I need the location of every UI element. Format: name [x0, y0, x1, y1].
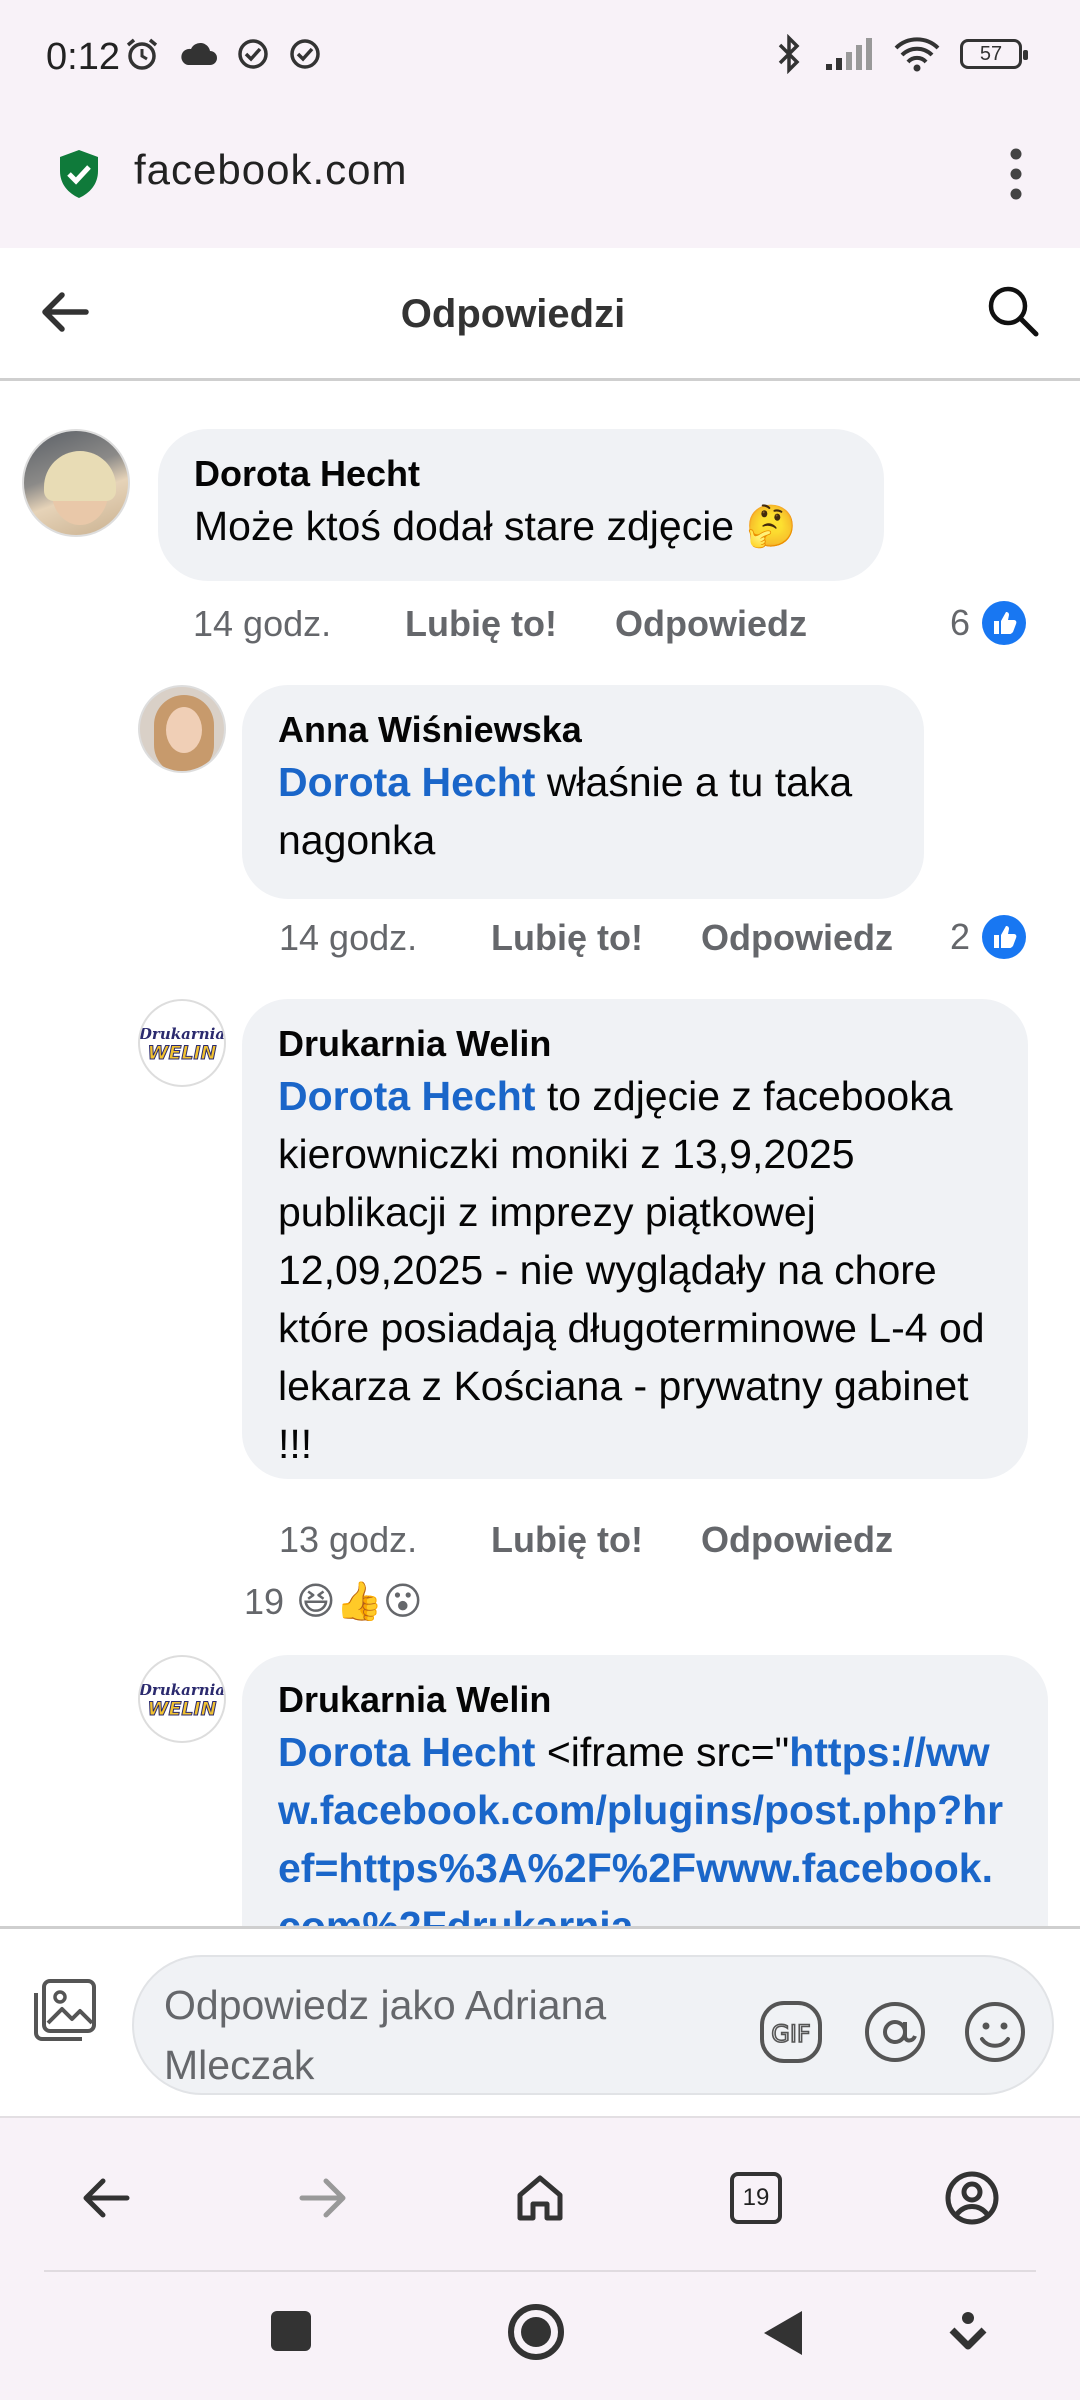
comment-author[interactable]: Anna Wiśniewska	[278, 707, 888, 753]
alarm-icon	[126, 38, 158, 70]
avatar-hair	[44, 451, 116, 501]
drukarnia-logo-icon: Drukarnia WELIN	[140, 1025, 224, 1065]
reaction-count[interactable]: 2	[950, 915, 1027, 959]
comment-meta: 14 godz. Lubię to! Odpowiedz	[193, 603, 807, 645]
avatar[interactable]: Drukarnia WELIN	[138, 1655, 226, 1743]
avatar-face	[166, 707, 202, 753]
comment-author[interactable]: Drukarnia Welin	[278, 1677, 1012, 1723]
reply-composer: Odpowiedz jako Adriana Mleczak GIF	[0, 1926, 1080, 2119]
comment-body: <iframe src="	[535, 1729, 790, 1775]
forward-arrow-icon	[299, 2178, 346, 2218]
avatar[interactable]: Drukarnia WELIN	[138, 999, 226, 1087]
status-icons-right: 57	[774, 34, 1028, 74]
chevron-down-icon[interactable]	[946, 2308, 990, 2354]
search-icon[interactable]	[986, 284, 1040, 338]
comment-meta: 14 godz. Lubię to! Odpowiedz	[279, 917, 893, 959]
svg-text:Drukarnia: Drukarnia	[140, 1025, 224, 1043]
svg-text:Drukarnia: Drukarnia	[140, 1681, 224, 1699]
browser-toolbar: 19	[0, 2116, 1080, 2274]
status-icons-left	[124, 36, 322, 72]
system-navigation-bar	[0, 2272, 1080, 2400]
signal-icon	[826, 38, 872, 70]
reaction-number: 6	[950, 602, 971, 643]
reply-button[interactable]: Odpowiedz	[701, 1519, 893, 1561]
comment-time[interactable]: 14 godz.	[279, 917, 491, 959]
avatar[interactable]	[22, 429, 130, 537]
reply-button[interactable]: Odpowiedz	[615, 603, 807, 645]
comment-author[interactable]: Dorota Hecht	[194, 451, 848, 497]
check-circle-icon	[238, 39, 268, 69]
home-circle-icon[interactable]	[506, 2302, 566, 2362]
cloud-icon	[181, 42, 217, 65]
thumbs-up-icon	[982, 601, 1027, 645]
comment-body: to zdjęcie z facebooka kierowniczki moni…	[278, 1073, 985, 1467]
comment-time[interactable]: 13 godz.	[279, 1519, 491, 1561]
like-button[interactable]: Lubię to!	[491, 1519, 701, 1561]
comment-text: Dorota Hecht <iframe src="https://www.fa…	[278, 1723, 1012, 1926]
tabs-count: 19	[730, 2172, 782, 2224]
status-bar: 0:12 57	[0, 0, 1080, 120]
svg-text:WELIN: WELIN	[147, 1698, 216, 1720]
avatar[interactable]	[138, 685, 226, 773]
gif-icon[interactable]: GIF	[758, 1999, 824, 2065]
back-triangle-icon[interactable]	[760, 2308, 806, 2358]
like-button[interactable]: Lubię to!	[491, 917, 701, 959]
comment-text: Dorota Hecht właśnie a tu taka nagonka	[278, 753, 888, 869]
url-text[interactable]: facebook.com	[134, 146, 407, 194]
comment-bubble[interactable]: Anna Wiśniewska Dorota Hecht właśnie a t…	[242, 685, 924, 899]
comment-text: Dorota Hecht to zdjęcie z facebooka kier…	[278, 1067, 992, 1473]
comment-time[interactable]: 14 godz.	[193, 603, 405, 645]
drukarnia-logo-icon: Drukarnia WELIN	[140, 1681, 224, 1721]
reply-button[interactable]: Odpowiedz	[701, 917, 893, 959]
emoji-icon[interactable]	[962, 1999, 1028, 2065]
reaction-number: 2	[950, 916, 971, 957]
reaction-number: 19	[244, 1580, 285, 1622]
back-arrow-icon	[83, 2178, 130, 2218]
reaction-count[interactable]: 6	[950, 601, 1027, 645]
page-header: Odpowiedzi	[0, 248, 1080, 381]
browser-forward-button[interactable]	[293, 2168, 353, 2228]
browser-url-bar[interactable]: facebook.com	[0, 120, 1080, 250]
mention-link[interactable]: Dorota Hecht	[278, 1073, 535, 1119]
comment-meta: 13 godz. Lubię to! Odpowiedz	[279, 1519, 893, 1561]
comment-bubble[interactable]: Dorota Hecht Może ktoś dodał stare zdjęc…	[158, 429, 884, 581]
svg-text:WELIN: WELIN	[147, 1042, 216, 1064]
page-title: Odpowiedzi	[400, 292, 626, 336]
bluetooth-icon	[778, 34, 800, 74]
browser-back-button[interactable]	[76, 2168, 136, 2228]
reaction-emojis: 😆👍😮	[296, 1581, 423, 1623]
tabs-button[interactable]: 19	[726, 2168, 786, 2228]
account-icon	[945, 2171, 999, 2225]
comments-list: Dorota Hecht Może ktoś dodał stare zdjęc…	[0, 381, 1080, 1926]
status-time: 0:12	[46, 36, 120, 78]
comment-text: Może ktoś dodał stare zdjęcie 🤔	[194, 503, 797, 549]
battery-icon: 57	[960, 39, 1028, 69]
photo-icon[interactable]	[30, 1975, 100, 2045]
shield-check-icon[interactable]	[56, 148, 102, 200]
thumbs-up-icon	[982, 915, 1027, 959]
reaction-count[interactable]: 19 😆👍😮	[244, 1579, 423, 1624]
more-options-icon[interactable]	[1008, 146, 1024, 202]
comment-bubble[interactable]: Drukarnia Welin Dorota Hecht to zdjęcie …	[242, 999, 1028, 1479]
check-circle-icon	[290, 39, 320, 69]
svg-text:GIF: GIF	[771, 2020, 810, 2048]
mention-at-icon[interactable]	[862, 1999, 928, 2065]
mention-link[interactable]: Dorota Hecht	[278, 759, 535, 805]
home-icon	[517, 2175, 563, 2221]
account-button[interactable]	[942, 2168, 1002, 2228]
wifi-icon	[894, 37, 940, 72]
mention-link[interactable]: Dorota Hecht	[278, 1729, 535, 1775]
recents-square-icon[interactable]	[268, 2308, 314, 2354]
comment-bubble[interactable]: Drukarnia Welin Dorota Hecht <iframe src…	[242, 1655, 1048, 1926]
home-button[interactable]	[510, 2168, 570, 2228]
comment-author[interactable]: Drukarnia Welin	[278, 1021, 992, 1067]
like-button[interactable]: Lubię to!	[405, 603, 615, 645]
